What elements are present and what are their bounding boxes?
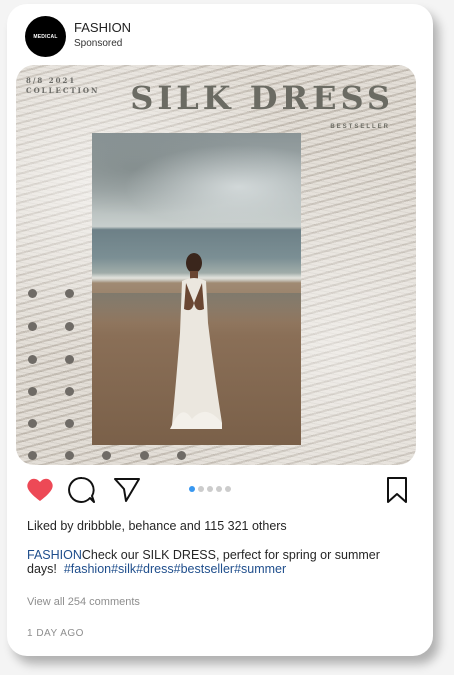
collection-date: 8/8 2021 COLLECTION xyxy=(26,76,99,96)
post-timestamp: 1 DAY AGO xyxy=(27,628,84,639)
sponsored-label: Sponsored xyxy=(74,38,123,49)
carousel-dot xyxy=(189,486,195,492)
collection-label: COLLECTION xyxy=(26,86,100,95)
view-comments-link[interactable]: View all 254 comments xyxy=(27,596,140,608)
carousel-dot xyxy=(216,486,222,492)
model-figure xyxy=(170,253,222,429)
image-title: SILK DRESS xyxy=(130,79,394,117)
carousel-dot xyxy=(198,486,204,492)
likes-text[interactable]: Liked by dribbble, behance and 115 321 o… xyxy=(27,519,287,533)
caption-hashtags[interactable]: #fashion#silk#dress#bestseller#summer xyxy=(64,562,286,576)
bestseller-tag: BESTSELLER xyxy=(330,124,390,130)
bookmark-icon xyxy=(387,477,407,503)
caption: FASHIONCheck our SILK DRESS, perfect for… xyxy=(27,548,407,576)
like-button[interactable] xyxy=(26,477,54,508)
account-name[interactable]: FASHION xyxy=(74,20,131,35)
post-card: MEDICAL FASHION Sponsored 8/8 2021 COLLE… xyxy=(7,4,433,656)
comment-icon xyxy=(68,476,95,503)
post-image[interactable]: 8/8 2021 COLLECTION SILK DRESS BESTSELLE… xyxy=(16,65,416,465)
avatar[interactable]: MEDICAL xyxy=(25,16,66,57)
save-button[interactable] xyxy=(386,476,408,509)
model-photo xyxy=(92,133,301,445)
carousel-dot xyxy=(225,486,231,492)
comment-button[interactable] xyxy=(68,476,96,509)
avatar-text: MEDICAL xyxy=(33,33,58,40)
carousel-dot xyxy=(207,486,213,492)
send-icon xyxy=(114,478,140,502)
carousel-indicator xyxy=(189,486,234,494)
share-button[interactable] xyxy=(113,477,141,508)
heart-icon xyxy=(27,478,53,501)
collection-date-line: 8/8 2021 xyxy=(26,76,77,85)
caption-username[interactable]: FASHION xyxy=(27,548,82,562)
